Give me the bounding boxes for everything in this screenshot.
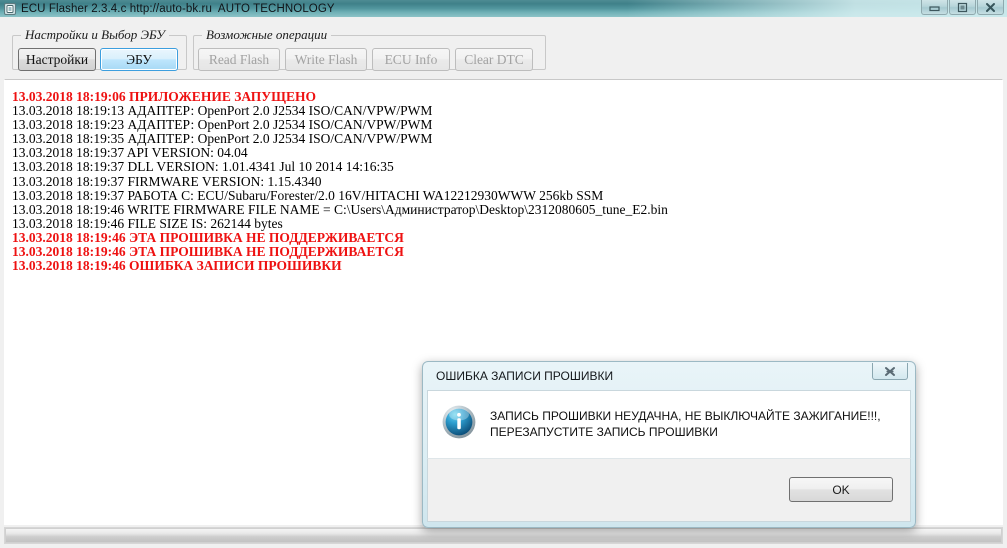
ecu-button[interactable]: ЭБУ xyxy=(100,48,178,71)
dialog-body: ЗАПИСЬ ПРОШИВКИ НЕУДАЧНА, НЕ ВЫКЛЮЧАЙТЕ … xyxy=(427,390,911,458)
log-line: 13.03.2018 18:19:46 ЭТА ПРОШИВКА НЕ ПОДД… xyxy=(12,244,404,260)
scrollbar-thumb[interactable] xyxy=(5,528,1002,543)
group-settings-title: Настройки и Выбор ЭБУ xyxy=(21,27,169,43)
write-flash-button[interactable]: Write Flash xyxy=(285,48,367,71)
log-line: 13.03.2018 18:19:37 API VERSION: 04.04 xyxy=(12,145,248,161)
log-line: 13.03.2018 18:19:46 FILE SIZE IS: 262144… xyxy=(12,215,283,231)
settings-button[interactable]: Настройки xyxy=(18,48,96,71)
ecu-info-button[interactable]: ECU Info xyxy=(372,48,450,71)
log-line: 13.03.2018 18:19:06 ПРИЛОЖЕНИЕ ЗАПУЩЕНО xyxy=(12,89,316,104)
log-line: 13.03.2018 18:19:37 DLL VERSION: 1.01.43… xyxy=(12,159,394,175)
log-line: 13.03.2018 18:19:37 РАБОТА С: ECU/Subaru… xyxy=(12,187,604,203)
window-controls xyxy=(920,0,1004,16)
log-line: 13.03.2018 18:19:35 АДАПТЕР: OpenPort 2.… xyxy=(12,131,433,147)
log-line: 13.03.2018 18:19:13 АДАПТЕР: OpenPort 2.… xyxy=(12,103,433,119)
dialog-ok-button[interactable]: OK xyxy=(789,477,893,502)
log-line: 13.03.2018 18:19:46 ЭТА ПРОШИВКА НЕ ПОДД… xyxy=(12,229,404,245)
log-line: 13.03.2018 18:19:46 ОШИБКА ЗАПИСИ ПРОШИВ… xyxy=(12,258,342,274)
close-icon[interactable] xyxy=(977,0,1004,15)
log-line: 13.03.2018 18:19:23 АДАПТЕР: OpenPort 2.… xyxy=(12,117,433,133)
maximize-icon[interactable] xyxy=(949,0,976,15)
log-line-list: 13.03.2018 18:19:06 ПРИЛОЖЕНИЕ ЗАПУЩЕНО 1… xyxy=(12,89,1002,274)
ecu-flasher-window: ECU Flasher 2.3.4.c http://auto-bk.ru AU… xyxy=(0,0,1007,548)
log-horizontal-scrollbar[interactable] xyxy=(4,527,1003,544)
dialog-title: ОШИБКА ЗАПИСИ ПРОШИВКИ xyxy=(436,369,614,383)
dialog-close-icon[interactable] xyxy=(872,363,908,380)
read-flash-button[interactable]: Read Flash xyxy=(198,48,280,71)
log-line: 13.03.2018 18:19:37 FIRMWARE VERSION: 1.… xyxy=(12,173,322,189)
clear-dtc-button[interactable]: Clear DTC xyxy=(455,48,533,71)
minimize-icon[interactable] xyxy=(921,0,948,15)
error-dialog: ОШИБКА ЗАПИСИ ПРОШИВКИ ЗАПИСЬ ПРОШИВКИ Н… xyxy=(422,361,916,528)
dialog-footer: OK xyxy=(427,458,911,522)
dialog-titlebar[interactable]: ОШИБКА ЗАПИСИ ПРОШИВКИ xyxy=(424,362,914,390)
window-title: ECU Flasher 2.3.4.c http://auto-bk.ru AU… xyxy=(21,2,335,15)
dialog-message: ЗАПИСЬ ПРОШИВКИ НЕУДАЧНА, НЕ ВЫКЛЮЧАЙТЕ … xyxy=(490,409,881,439)
window-titlebar[interactable]: ECU Flasher 2.3.4.c http://auto-bk.ru AU… xyxy=(0,0,1007,17)
app-ecu-icon xyxy=(3,2,17,16)
info-icon xyxy=(442,405,476,439)
group-operations-title: Возможные операции xyxy=(202,27,332,43)
log-line: 13.03.2018 18:19:46 WRITE FIRMWARE FILE … xyxy=(12,201,668,217)
